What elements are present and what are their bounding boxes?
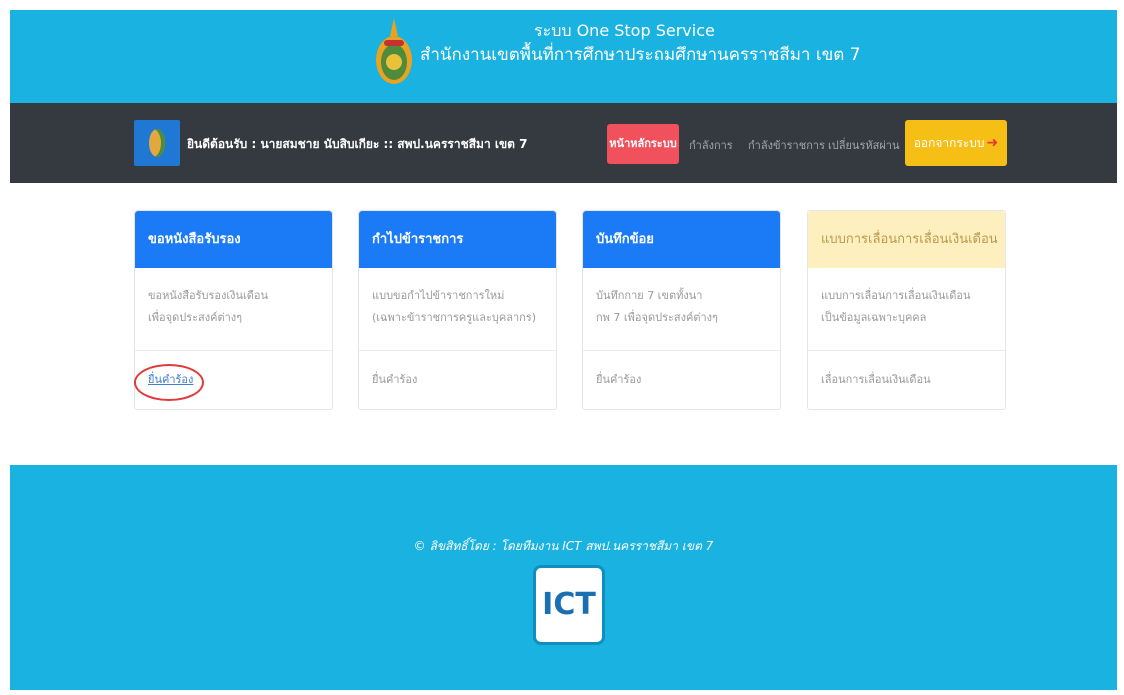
logout-label: ออกจากระบบ	[913, 136, 985, 150]
card-footer: เลื่อนการเลื่อนเงินเดือน	[808, 351, 1005, 408]
nav-item-transactions[interactable]: กำลังการ	[689, 136, 733, 154]
ict-logo: ICT	[533, 565, 605, 645]
card-desc-line: ขอหนังสือรับรองเงินเดือน	[148, 289, 269, 302]
footer: © ลิขสิทธิ์โดย : โดยทีมงาน ICT สพป.นครรา…	[10, 465, 1117, 690]
card-description: แบบขอกำไปข้าราชการใหม่ (เฉพาะข้าราชการคร…	[359, 268, 556, 351]
office-emblem-logo	[376, 18, 412, 84]
nav-item-change-password[interactable]: เปลี่ยนรหัสผ่าน	[828, 136, 899, 154]
card-title: บันทึกข้อย	[583, 211, 780, 268]
card-footer: ยื่นคำร้อง	[359, 351, 556, 408]
navbar: ยินดีต้อนรับ : นายสมชาย นับสิบเกียะ :: ส…	[10, 103, 1117, 183]
nav-home-button[interactable]: หน้าหลักระบบ	[607, 124, 679, 164]
card-desc-line: แบบการเลื่อนการเลื่อนเงินเดือน	[821, 289, 971, 302]
header-title: ระบบ One Stop Service สำนักงานเขตพื้นที่…	[420, 20, 920, 68]
ict-logo-text: ICT	[542, 587, 596, 622]
card-title: ขอหนังสือรับรอง	[135, 211, 332, 268]
card-footer: ยื่นคำร้อง	[583, 351, 780, 408]
card-description: แบบการเลื่อนการเลื่อนเงินเดือน เป็นข้อมู…	[808, 268, 1005, 351]
card-record: บันทึกข้อย บันทึกกาย 7 เขตทั้งนา กพ 7 เพ…	[582, 210, 781, 410]
highlight-circle	[134, 364, 204, 401]
card-desc-line: (เฉพาะข้าราชการครูและบุคลากร)	[372, 311, 536, 324]
user-avatar	[134, 120, 180, 166]
nav-item-officials[interactable]: กำลังข้าราชการ	[748, 136, 825, 154]
page: ระบบ One Stop Service สำนักงานเขตพื้นที่…	[10, 10, 1117, 690]
submit-request-action[interactable]: ยื่นคำร้อง	[372, 373, 417, 386]
submit-request-action[interactable]: ยื่นคำร้อง	[596, 373, 641, 386]
top-header: ระบบ One Stop Service สำนักงานเขตพื้นที่…	[10, 10, 1117, 103]
card-title: แบบการเลื่อนการเลื่อนเงินเดือน	[808, 211, 1005, 268]
card-desc-line: บันทึกกาย 7 เขตทั้งนา	[596, 289, 703, 302]
card-desc-line: กพ 7 เพื่อจุดประสงค์ต่างๆ	[596, 311, 718, 324]
salary-promotion-action[interactable]: เลื่อนการเลื่อนเงินเดือน	[821, 373, 931, 386]
welcome-text: ยินดีต้อนรับ : นายสมชาย นับสิบเกียะ :: ส…	[187, 137, 528, 151]
logout-button[interactable]: ออกจากระบบ ➜	[905, 120, 1007, 166]
sign-out-icon: ➜	[986, 135, 999, 151]
card-description: ขอหนังสือรับรองเงินเดือน เพื่อจุดประสงค์…	[135, 268, 332, 351]
card-description: บันทึกกาย 7 เขตทั้งนา กพ 7 เพื่อจุดประสง…	[583, 268, 780, 351]
footer-copyright: © ลิขสิทธิ์โดย : โดยทีมงาน ICT สพป.นครรา…	[413, 539, 714, 553]
card-official-card: กำไปข้าราชการ แบบขอกำไปข้าราชการใหม่ (เฉ…	[358, 210, 557, 410]
card-salary-promotion: แบบการเลื่อนการเลื่อนเงินเดือน แบบการเลื…	[807, 210, 1006, 410]
card-desc-line: เพื่อจุดประสงค์ต่างๆ	[148, 311, 243, 324]
card-desc-line: เป็นข้อมูลเฉพาะบุคคล	[821, 311, 927, 324]
header-title-line2: สำนักงานเขตพื้นที่การศึกษาประถมศึกษานครร…	[420, 45, 861, 65]
header-title-line1: ระบบ One Stop Service	[534, 21, 715, 40]
card-title: กำไปข้าราชการ	[359, 211, 556, 268]
card-desc-line: แบบขอกำไปข้าราชการใหม่	[372, 289, 505, 302]
